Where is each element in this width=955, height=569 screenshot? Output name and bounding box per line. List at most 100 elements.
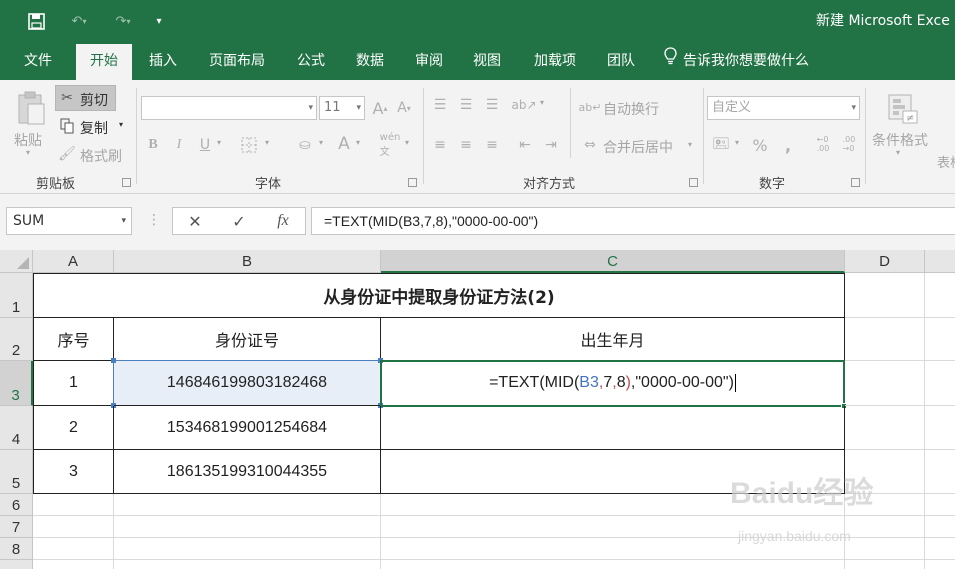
increase-indent-icon[interactable]: ⇥ bbox=[540, 134, 562, 156]
cell[interactable] bbox=[925, 560, 955, 569]
borders-icon[interactable] bbox=[238, 134, 260, 156]
redo-icon[interactable]: ↷ ▾ bbox=[104, 8, 142, 34]
cut-button[interactable]: 剪切 bbox=[80, 90, 108, 110]
italic-icon[interactable]: I bbox=[170, 134, 188, 156]
cell[interactable] bbox=[845, 406, 925, 450]
row-header-1[interactable]: 1 bbox=[0, 273, 33, 318]
select-all-button[interactable] bbox=[0, 250, 33, 273]
cell[interactable] bbox=[925, 494, 955, 516]
column-header-a[interactable]: A bbox=[33, 250, 114, 273]
cell[interactable] bbox=[925, 516, 955, 538]
align-right-icon[interactable]: ≡ bbox=[482, 134, 502, 156]
row-header-8[interactable]: 8 bbox=[0, 538, 33, 560]
borders-dropdown-icon[interactable]: ▾ bbox=[265, 138, 269, 147]
tab-home[interactable]: 开始 bbox=[76, 44, 132, 80]
table-row-no-cell[interactable]: 2 bbox=[33, 406, 114, 450]
header-no-cell[interactable]: 序号 bbox=[33, 318, 114, 361]
row-header-5[interactable]: 5 bbox=[0, 450, 33, 494]
merge-dropdown-icon[interactable]: ▾ bbox=[688, 140, 692, 149]
wrap-text-button[interactable]: 自动换行 bbox=[603, 99, 659, 119]
table-row-id-cell[interactable]: 153468199001254684 bbox=[114, 406, 381, 450]
table-row-id-cell[interactable]: 186135199310044355 bbox=[114, 450, 381, 494]
tab-review[interactable]: 审阅 bbox=[405, 42, 453, 80]
cell[interactable] bbox=[845, 538, 925, 560]
conditional-formatting-icon[interactable]: ≠ bbox=[884, 90, 922, 128]
align-bottom-icon[interactable]: ☰ bbox=[482, 94, 502, 116]
decrease-indent-icon[interactable]: ⇤ bbox=[514, 134, 536, 156]
conditional-formatting-button[interactable]: 条件格式 bbox=[872, 130, 928, 150]
underline-icon[interactable]: U bbox=[196, 134, 214, 156]
table-row-id-cell[interactable]: 146846199803182468 bbox=[114, 361, 381, 406]
underline-dropdown-icon[interactable]: ▾ bbox=[217, 138, 221, 147]
cell[interactable] bbox=[33, 538, 114, 560]
accounting-dropdown-icon[interactable]: ▾ bbox=[735, 138, 739, 147]
table-row-no-cell[interactable]: 1 bbox=[33, 361, 114, 406]
orientation-dropdown-icon[interactable]: ▾ bbox=[540, 98, 544, 107]
font-color-dropdown-icon[interactable]: ▾ bbox=[356, 138, 360, 147]
cell[interactable] bbox=[845, 361, 925, 406]
paste-button[interactable]: 粘贴 bbox=[14, 130, 42, 150]
cell[interactable] bbox=[114, 560, 381, 569]
increase-decimal-icon[interactable]: ←0.00 bbox=[812, 130, 834, 158]
cell[interactable] bbox=[925, 273, 955, 318]
paste-dropdown-icon[interactable]: ▾ bbox=[26, 148, 30, 157]
row-header-7[interactable]: 7 bbox=[0, 516, 33, 538]
tab-view[interactable]: 视图 bbox=[463, 42, 511, 80]
orientation-icon[interactable]: ab↗ bbox=[511, 94, 536, 116]
cell[interactable] bbox=[114, 494, 381, 516]
merge-center-icon[interactable]: ⇔ bbox=[580, 134, 600, 156]
number-format-combo[interactable]: 自定义 ▾ bbox=[707, 96, 860, 120]
cell[interactable] bbox=[381, 560, 845, 569]
tell-me-search[interactable]: 告诉我你想要做什么 bbox=[664, 42, 809, 80]
cell[interactable] bbox=[845, 318, 925, 361]
clipboard-launcher-icon[interactable] bbox=[122, 178, 131, 187]
tab-insert[interactable]: 插入 bbox=[140, 42, 186, 80]
font-size-combo[interactable]: 11 ▾ bbox=[319, 96, 365, 120]
header-id-cell[interactable]: 身份证号 bbox=[114, 318, 381, 361]
tab-formulas[interactable]: 公式 bbox=[286, 42, 336, 80]
cell[interactable] bbox=[33, 516, 114, 538]
cell[interactable] bbox=[925, 450, 955, 494]
row-header-2[interactable]: 2 bbox=[0, 318, 33, 361]
wrap-text-icon[interactable]: ab↵ bbox=[579, 96, 602, 118]
cell[interactable] bbox=[845, 273, 925, 318]
row-header-4[interactable]: 4 bbox=[0, 406, 33, 450]
merge-center-button[interactable]: 合并后居中 bbox=[603, 137, 673, 157]
save-icon[interactable] bbox=[24, 8, 48, 34]
phonetic-dropdown-icon[interactable]: ▾ bbox=[405, 138, 409, 147]
cell[interactable] bbox=[925, 318, 955, 361]
align-center-icon[interactable]: ≡ bbox=[456, 134, 476, 156]
column-header-d[interactable]: D bbox=[845, 250, 925, 273]
cell[interactable] bbox=[845, 560, 925, 569]
undo-icon[interactable]: ↶ ▾ bbox=[60, 8, 98, 34]
decrease-decimal-icon[interactable]: .00 →0 bbox=[838, 130, 860, 158]
header-birth-cell[interactable]: 出生年月 bbox=[381, 318, 845, 361]
font-color-icon[interactable]: A bbox=[334, 132, 354, 156]
cell[interactable] bbox=[114, 538, 381, 560]
copy-button[interactable]: 复制 bbox=[80, 118, 108, 138]
sheet-title-cell[interactable]: 从身份证中提取身份证方法(2) bbox=[33, 273, 845, 318]
cancel-entry-icon[interactable]: ✕ bbox=[175, 208, 215, 234]
cell[interactable] bbox=[925, 538, 955, 560]
cell[interactable] bbox=[925, 406, 955, 450]
conditional-dropdown-icon[interactable]: ▾ bbox=[896, 148, 900, 157]
cell[interactable] bbox=[33, 494, 114, 516]
number-launcher-icon[interactable] bbox=[851, 178, 860, 187]
fill-color-icon[interactable]: ⛀ bbox=[294, 134, 316, 156]
formula-bar-grip-icon[interactable]: ⋮ bbox=[147, 212, 161, 228]
font-launcher-icon[interactable] bbox=[408, 178, 417, 187]
paste-icon[interactable] bbox=[12, 88, 50, 128]
name-box[interactable]: SUM ▾ bbox=[6, 207, 132, 235]
row-header-3[interactable]: 3 bbox=[0, 361, 33, 406]
tab-file[interactable]: 文件 bbox=[12, 42, 64, 80]
decrease-font-size-icon[interactable]: A ▾ bbox=[394, 96, 414, 120]
insert-function-button[interactable]: fx bbox=[263, 208, 303, 234]
confirm-entry-icon[interactable]: ✓ bbox=[219, 208, 259, 234]
formula-input[interactable]: =TEXT(MID(B3,7,8),"0000-00-00") bbox=[311, 207, 955, 235]
tab-team[interactable]: 团队 bbox=[598, 42, 644, 80]
column-header-c[interactable]: C bbox=[381, 250, 845, 273]
tab-data[interactable]: 数据 bbox=[346, 42, 394, 80]
cell[interactable] bbox=[845, 516, 925, 538]
align-middle-icon[interactable]: ☰ bbox=[456, 94, 476, 116]
cell[interactable] bbox=[33, 560, 114, 569]
